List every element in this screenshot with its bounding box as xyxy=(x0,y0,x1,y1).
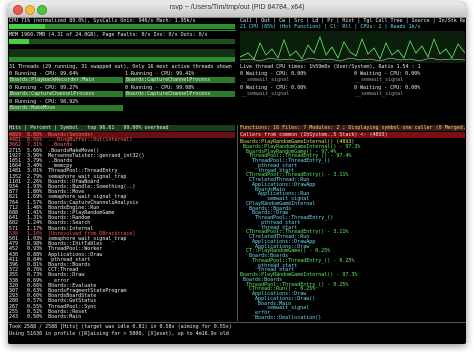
status-line-2: Using 51636 in profile ([R]aising for > … xyxy=(9,331,229,337)
mem-bar xyxy=(9,39,235,44)
thread-item[interactable]: 0 Running - CPU: 99.27% Boards:CaptureCh… xyxy=(9,85,123,99)
thread-item[interactable]: 0 Running - CPU: 98.92% Boards:MakeMove xyxy=(9,99,123,113)
cpu-activity-graph xyxy=(240,31,465,63)
window-title: rsvp ~ /Users/Tim/tmp/out (PID 84784, x6… xyxy=(169,4,305,11)
status-divider xyxy=(8,322,466,323)
terminal-window: rsvp ~ /Users/Tim/tmp/out (PID 84784, x6… xyxy=(8,2,466,344)
divider xyxy=(8,30,236,31)
call-tree[interactable]: Boards:PlayRandomGameInternal() (4893) B… xyxy=(240,139,465,321)
status-line-1: Took 2588 / 2588 [Hits] (target was idle… xyxy=(9,324,232,330)
cpu-bar-fill xyxy=(9,24,45,29)
thread-item[interactable]: 0 Running - CPU: 99.64% Boards:PlaybackR… xyxy=(9,71,123,85)
live-thread-times: Live thread CPU times: 1h59m0s (User/Sys… xyxy=(240,64,421,70)
mem-graph-fill xyxy=(9,57,235,62)
thread-item[interactable]: 0 Running - CPU: 99.08% Boards:CaptureCh… xyxy=(125,85,235,99)
pane-divider xyxy=(237,125,238,321)
tree-title: Callers from common (1hSystem..5 Stack) … xyxy=(240,132,465,138)
tree-row[interactable]: Boards::Deallocation() xyxy=(240,315,465,321)
mem-bar-fill xyxy=(9,39,29,44)
thread-list: 0 Running - CPU: 99.64% Boards:PlaybackR… xyxy=(9,71,465,123)
hits-list[interactable]: 4893 8.66% Boards(Seconds) 4481 8.66% ...… xyxy=(9,132,235,321)
tree-header: Functions: 16 Files: 7 Modules: 2 ; Disp… xyxy=(240,125,465,131)
right-header-2: 21 CPU (85%) (Hot Function) | Cl: Rtl | … xyxy=(240,24,421,30)
thread-item[interactable]: 0 Waiting - CPU: 0.00% __semwait_signal xyxy=(354,85,464,99)
title-bar: rsvp ~ /Users/Tim/tmp/out (PID 84784, x6… xyxy=(8,2,466,18)
threads-summary: 31 Threads (29 running, 31 swapped out),… xyxy=(9,64,232,70)
thread-item[interactable]: 0 Waiting - CPU: 0.00% __semwait_signal xyxy=(240,71,350,85)
hits-row[interactable]: 243 0.50% Boards:Main xyxy=(9,314,235,320)
mem-summary: MEM 1960.7MB (4.31 of 24.0GB), Page Faul… xyxy=(9,32,208,38)
thread-item[interactable]: 0 Waiting - CPU: 0.00% __semwait_signal xyxy=(240,85,350,99)
thread-item[interactable]: 1 Running - CPU: 99.41% Boards:CaptureCh… xyxy=(125,71,235,85)
thread-item[interactable]: 0 Waiting - CPU: 0.00% __semwait_signal xyxy=(354,71,464,85)
hits-header: Hits | Percent | Symbol top 96.61 99.00%… xyxy=(9,125,235,131)
